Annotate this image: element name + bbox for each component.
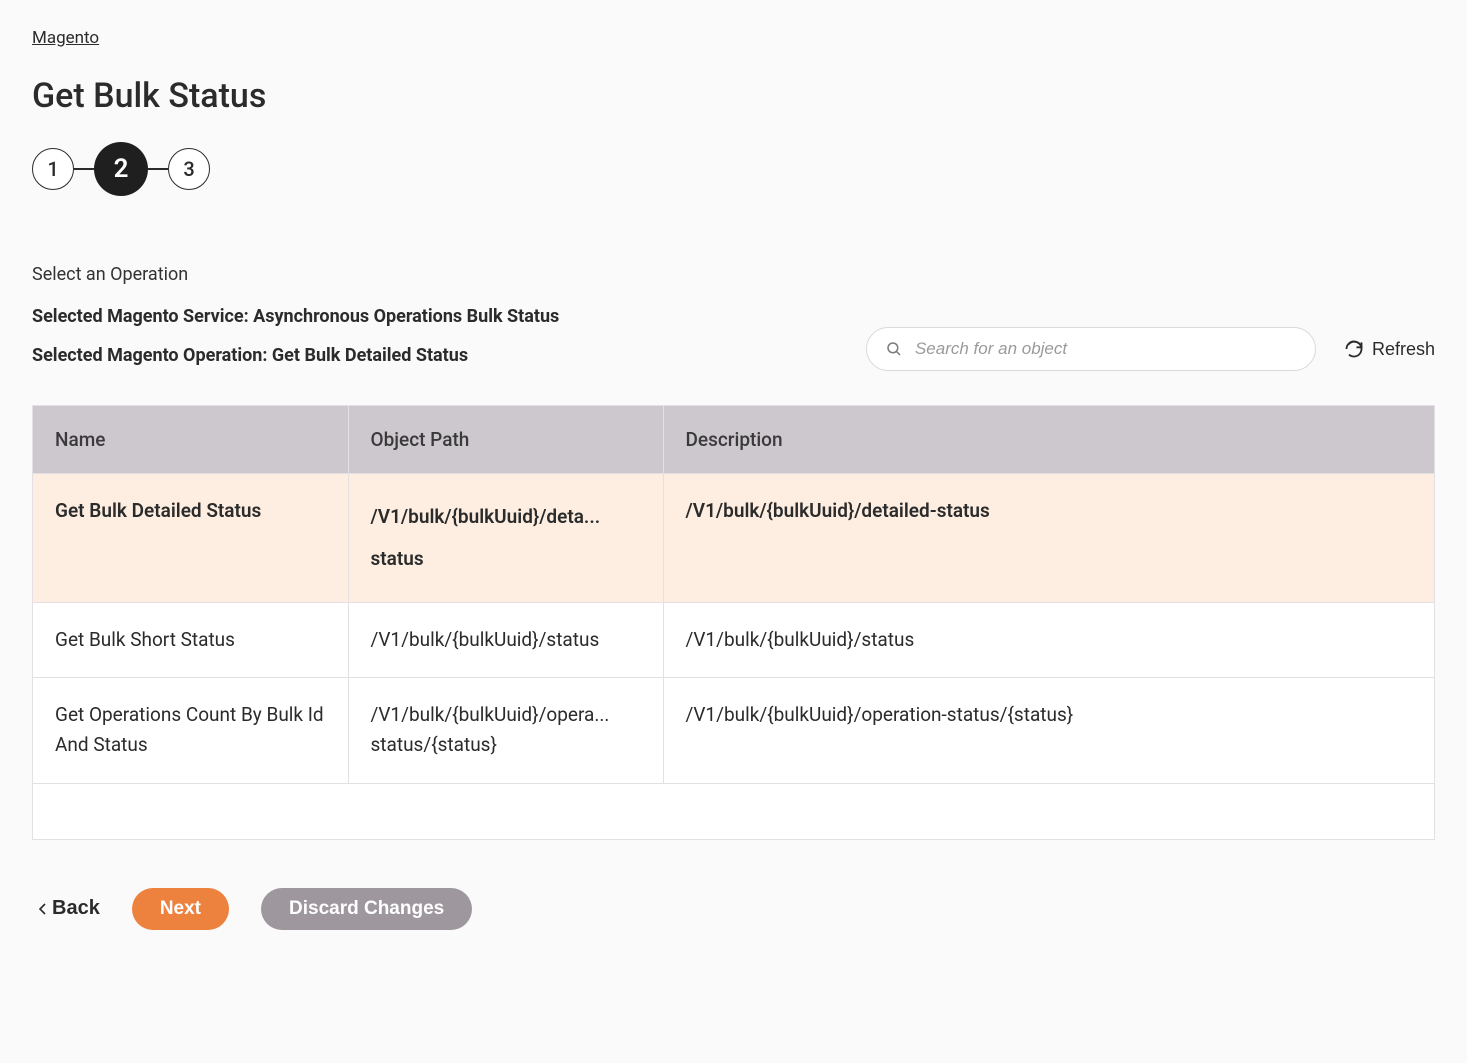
selected-service-text: Selected Magento Service: Asynchronous O… (32, 303, 572, 330)
step-2[interactable]: 2 (94, 142, 148, 196)
col-header-desc[interactable]: Description (663, 406, 1434, 474)
operations-table: Name Object Path Description Get Bulk De… (32, 405, 1435, 840)
cell-name: Get Bulk Detailed Status (33, 474, 348, 603)
breadcrumb-link-magento[interactable]: Magento (32, 28, 99, 48)
refresh-button[interactable]: Refresh (1344, 339, 1435, 360)
col-header-path[interactable]: Object Path (348, 406, 663, 474)
table-row[interactable]: Get Bulk Detailed Status /V1/bulk/{bulkU… (33, 474, 1434, 603)
breadcrumb: Magento (32, 28, 1435, 48)
cell-path: /V1/bulk/{bulkUuid}/deta... status (348, 474, 663, 603)
page-title: Get Bulk Status (32, 76, 1435, 116)
back-button[interactable]: Back (38, 897, 100, 920)
search-field-wrap[interactable] (866, 327, 1316, 371)
step-3[interactable]: 3 (168, 148, 210, 190)
stepper: 1 2 3 (32, 142, 1435, 196)
cell-desc: /V1/bulk/{bulkUuid}/detailed-status (663, 474, 1434, 603)
cell-name: Get Operations Count By Bulk Id And Stat… (33, 677, 348, 782)
refresh-icon (1344, 339, 1364, 359)
search-icon (885, 340, 903, 358)
footer-buttons: Back Next Discard Changes (32, 888, 1435, 930)
table-row[interactable]: Get Bulk Short Status /V1/bulk/{bulkUuid… (33, 602, 1434, 677)
col-header-name[interactable]: Name (33, 406, 348, 474)
cell-desc: /V1/bulk/{bulkUuid}/operation-status/{st… (663, 677, 1434, 782)
back-label: Back (52, 897, 100, 920)
cell-name: Get Bulk Short Status (33, 602, 348, 677)
cell-desc: /V1/bulk/{bulkUuid}/status (663, 602, 1434, 677)
refresh-label: Refresh (1372, 339, 1435, 360)
step-connector (148, 168, 168, 170)
discard-button[interactable]: Discard Changes (261, 888, 472, 930)
table-header-row: Name Object Path Description (33, 406, 1434, 474)
cell-path: /V1/bulk/{bulkUuid}/opera... status/{sta… (348, 677, 663, 782)
section-label: Select an Operation (32, 264, 1435, 285)
table-footer (33, 783, 1434, 839)
step-1[interactable]: 1 (32, 148, 74, 190)
next-button[interactable]: Next (132, 888, 229, 930)
chevron-left-icon (38, 902, 48, 916)
step-connector (74, 168, 94, 170)
cell-path: /V1/bulk/{bulkUuid}/status (348, 602, 663, 677)
search-input[interactable] (915, 339, 1297, 359)
table-row[interactable]: Get Operations Count By Bulk Id And Stat… (33, 677, 1434, 782)
